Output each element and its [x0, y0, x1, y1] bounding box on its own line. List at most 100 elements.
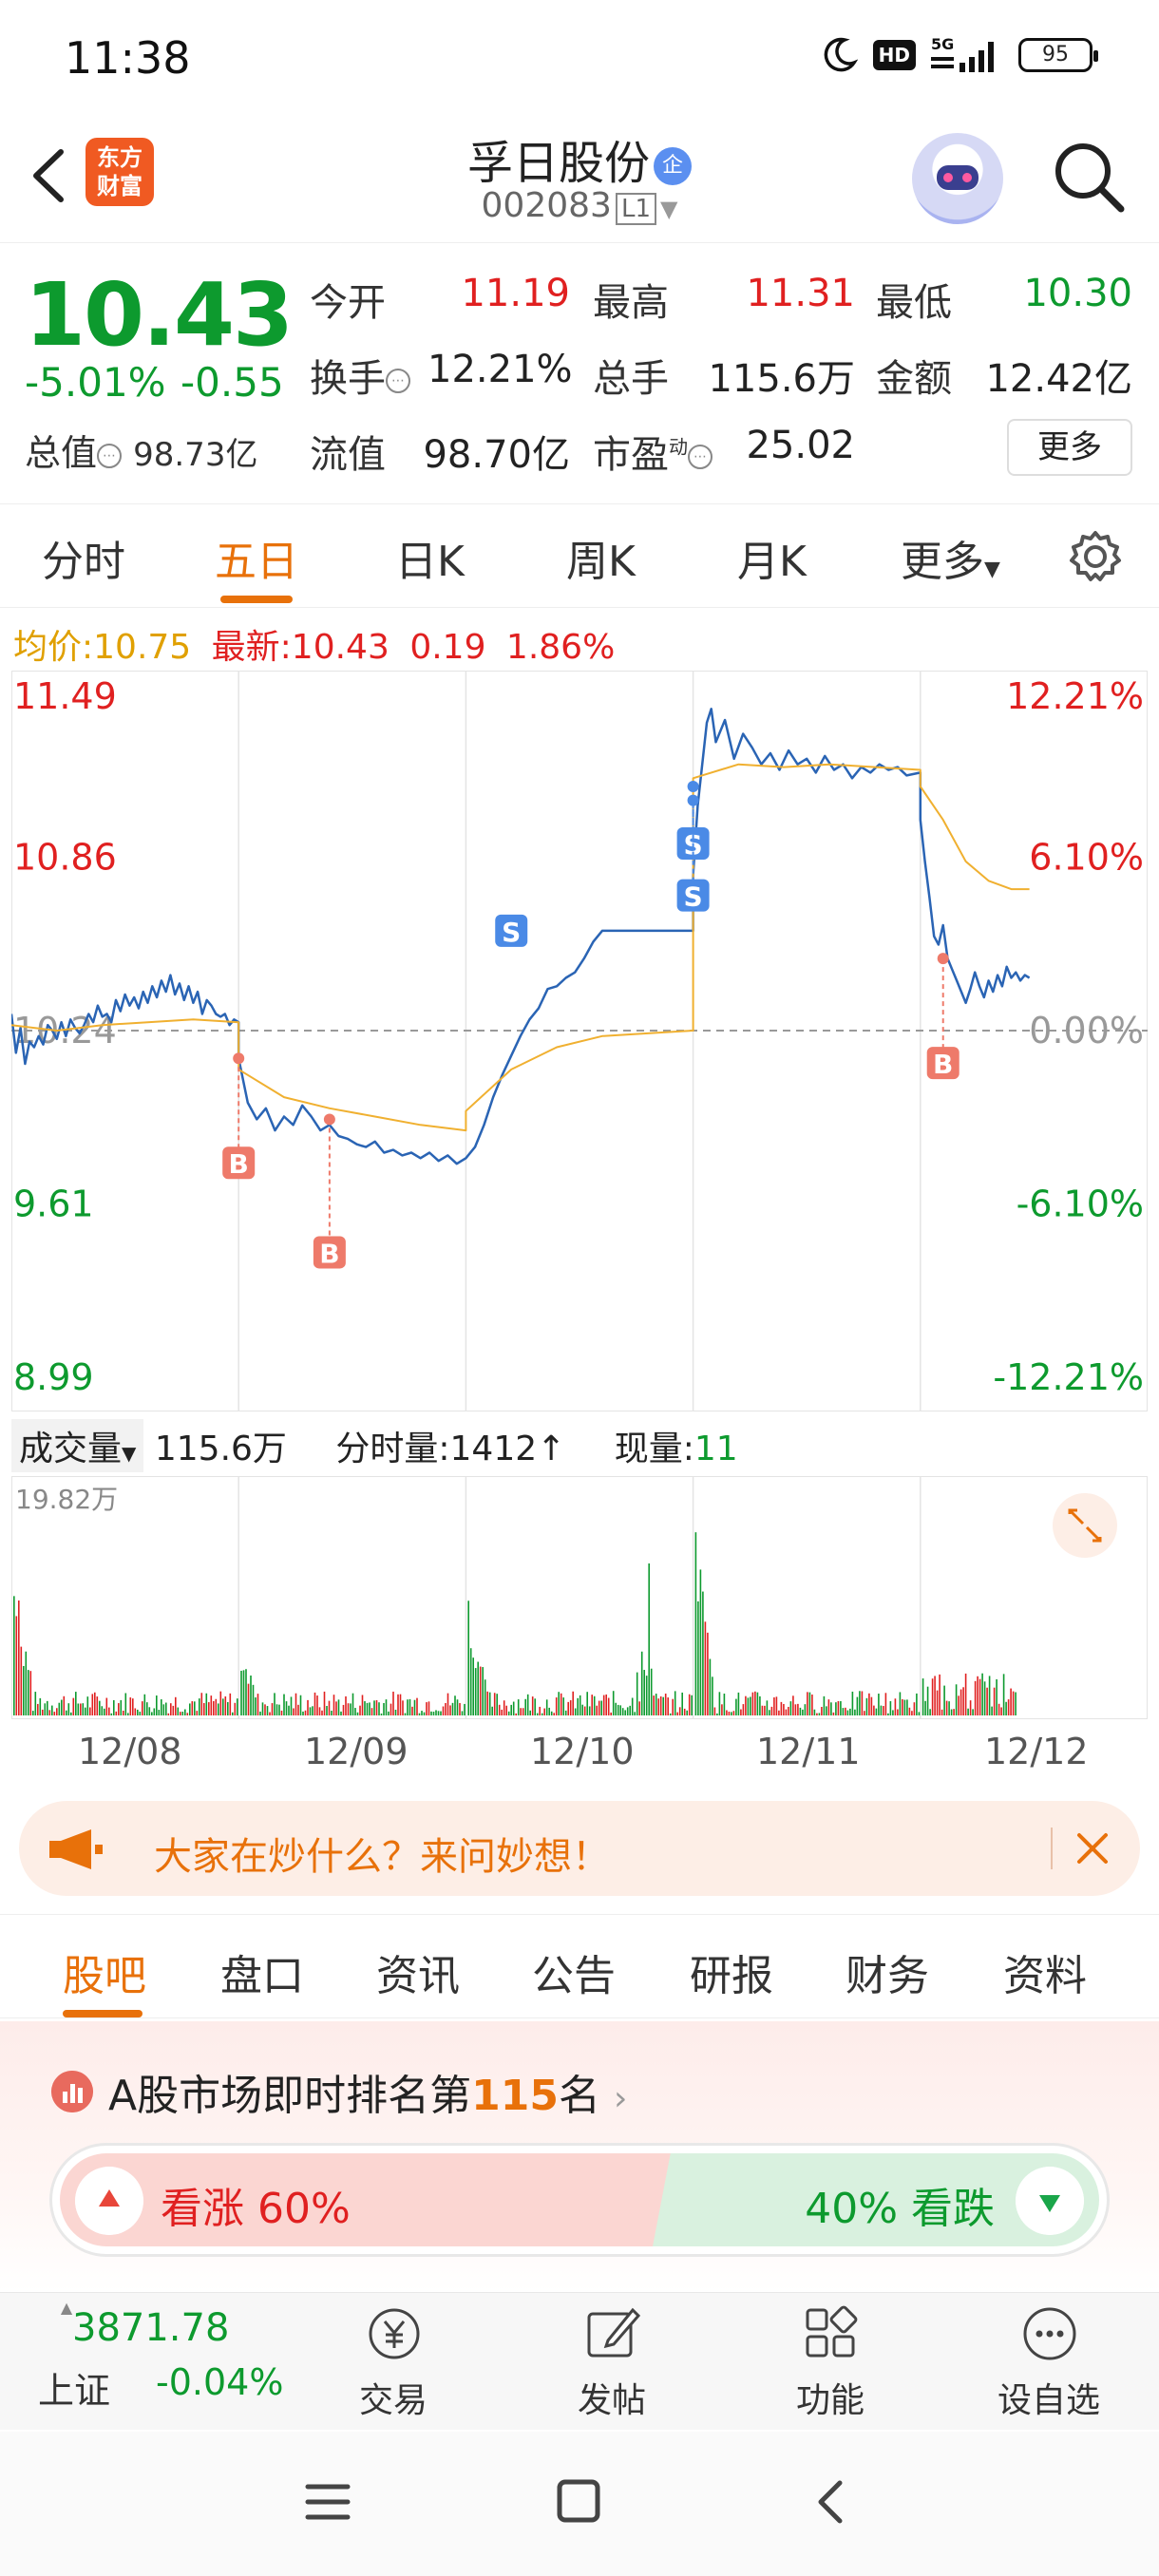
- gear-icon[interactable]: [1068, 529, 1123, 584]
- dropdown-triangle-icon: ▼: [122, 1442, 137, 1465]
- volume-bar: [830, 1702, 832, 1715]
- tab-finance[interactable]: 财务: [846, 1941, 929, 2002]
- megaphone-icon: [49, 1829, 103, 1869]
- tab-profile[interactable]: 资料: [1003, 1941, 1087, 2002]
- volume-bar: [953, 1709, 955, 1715]
- volume-bar: [562, 1697, 564, 1715]
- up-triangle-icon[interactable]: [75, 2167, 143, 2235]
- search-icon[interactable]: [1049, 137, 1129, 217]
- index-change[interactable]: -0.04%: [156, 2361, 283, 2403]
- volume-bar: [491, 1706, 493, 1715]
- status-icons: HD 5G 95: [820, 36, 1098, 74]
- functions-button[interactable]: 功能: [754, 2293, 906, 2426]
- bull-bar[interactable]: [60, 2153, 687, 2246]
- info-icon[interactable]: ⋯: [386, 369, 410, 393]
- volume-bar: [859, 1691, 861, 1715]
- robot-assistant-avatar[interactable]: [912, 133, 1003, 224]
- volume-bar: [1002, 1674, 1005, 1715]
- info-icon[interactable]: ⋯: [97, 443, 123, 468]
- home-icon[interactable]: [555, 2477, 602, 2525]
- percent-axis-label: 12.21%: [1006, 675, 1144, 717]
- info-icon[interactable]: ⋯: [688, 445, 712, 469]
- volume-bar: [1010, 1688, 1012, 1715]
- volume-bar: [945, 1700, 948, 1715]
- five-day-price-chart[interactable]: 11.4910.8610.249.618.9912.21%6.10%0.00%-…: [11, 671, 1148, 1411]
- price-axis-label: 11.49: [13, 675, 117, 717]
- volume-bar: [745, 1695, 747, 1715]
- volume-bar: [750, 1696, 751, 1715]
- tab-pankou[interactable]: 盘口: [220, 1941, 304, 2002]
- volume-bar: [669, 1713, 672, 1715]
- trade-button[interactable]: 交易: [317, 2293, 469, 2426]
- volume-bar: [688, 1694, 691, 1715]
- more-dots-icon: [1023, 2307, 1076, 2360]
- volume-bar: [740, 1709, 742, 1715]
- volume-bar: [993, 1687, 996, 1715]
- volume-bar: [662, 1696, 664, 1715]
- svg-text:5G: 5G: [931, 36, 954, 53]
- volume-bar: [735, 1698, 737, 1715]
- tab-research[interactable]: 研报: [690, 1941, 773, 2002]
- volume-bar: [316, 1695, 318, 1715]
- down-triangle-icon[interactable]: [1016, 2167, 1084, 2235]
- volume-bar: [564, 1710, 567, 1715]
- volume-bar: [526, 1694, 529, 1715]
- tab-intraday[interactable]: 分时: [42, 527, 125, 588]
- tab-daily-k[interactable]: 日K: [395, 527, 465, 588]
- market-cap-value: 98.73亿: [133, 436, 258, 474]
- volume-bar: [456, 1699, 459, 1715]
- volume-bar: [290, 1696, 293, 1715]
- volume-bar: [811, 1695, 813, 1715]
- volume-bar: [713, 1707, 716, 1715]
- index-value[interactable]: 3871.78: [72, 2306, 229, 2350]
- turnover-label: 换手 ⋯: [310, 348, 410, 403]
- volume-bar: [39, 1697, 42, 1715]
- tab-more[interactable]: 更多▼: [901, 527, 1000, 588]
- volume-bar: [780, 1701, 783, 1715]
- tab-five-day[interactable]: 五日: [215, 527, 298, 588]
- period-tabs: 分时 五日 日K 周K 月K 更多▼: [0, 503, 1159, 608]
- volume-bar: [629, 1705, 631, 1715]
- low-label: 最低: [876, 281, 952, 325]
- chart-info-bar: 均价:10.75 最新:10.43 0.19 1.86%: [13, 619, 615, 669]
- more-button[interactable]: 更多: [1007, 419, 1132, 476]
- tab-weekly-k[interactable]: 周K: [566, 527, 636, 588]
- back-icon[interactable]: [808, 2477, 855, 2527]
- menu-icon[interactable]: [304, 2479, 352, 2525]
- volume-bar: [380, 1713, 383, 1715]
- tab-news[interactable]: 资讯: [376, 1941, 460, 2002]
- volume-bar: [234, 1702, 237, 1715]
- tab-guba[interactable]: 股吧: [63, 1941, 146, 2002]
- enterprise-badge: 企: [654, 147, 692, 185]
- volume-bar: [445, 1702, 446, 1715]
- float-cap-label: 流值: [310, 433, 386, 477]
- content-tabs: 股吧 盘口 资讯 公告 研报 财务 资料: [0, 1914, 1159, 2018]
- tab-announcements[interactable]: 公告: [532, 1941, 616, 2002]
- expand-icon-bg: [1053, 1493, 1117, 1558]
- volume-bar: [875, 1708, 878, 1715]
- volume-bar: [496, 1694, 498, 1715]
- index-name[interactable]: 上证: [38, 2361, 110, 2414]
- volume-bar: [180, 1712, 181, 1715]
- volume-bar: [596, 1705, 598, 1715]
- volume-bar: [813, 1709, 816, 1715]
- buy-marker-label: B: [229, 1148, 249, 1180]
- volume-bar: [328, 1700, 331, 1715]
- volume-bar: [385, 1699, 388, 1715]
- volume-selector[interactable]: 成交量▼: [11, 1419, 144, 1472]
- volume-bar: [75, 1692, 77, 1715]
- volume-bar: [832, 1712, 835, 1715]
- market-rank[interactable]: A股市场即时排名第115名 ›: [108, 2061, 627, 2122]
- volume-bar: [66, 1710, 67, 1715]
- tab-monthly-k[interactable]: 月K: [737, 527, 807, 588]
- ask-banner[interactable]: 大家在炒什么？来问妙想！: [19, 1801, 1140, 1896]
- volume-bar: [337, 1699, 340, 1715]
- add-watchlist-button[interactable]: 设自选: [973, 2293, 1125, 2426]
- volume-bar: [602, 1695, 605, 1715]
- volume-bar: [63, 1695, 66, 1715]
- volume-bar: [408, 1698, 411, 1715]
- market-cap-label: 总值: [25, 432, 98, 474]
- close-icon[interactable]: [1074, 1829, 1112, 1867]
- open-value: 11.19: [461, 272, 570, 315]
- post-button[interactable]: 发帖: [536, 2293, 688, 2426]
